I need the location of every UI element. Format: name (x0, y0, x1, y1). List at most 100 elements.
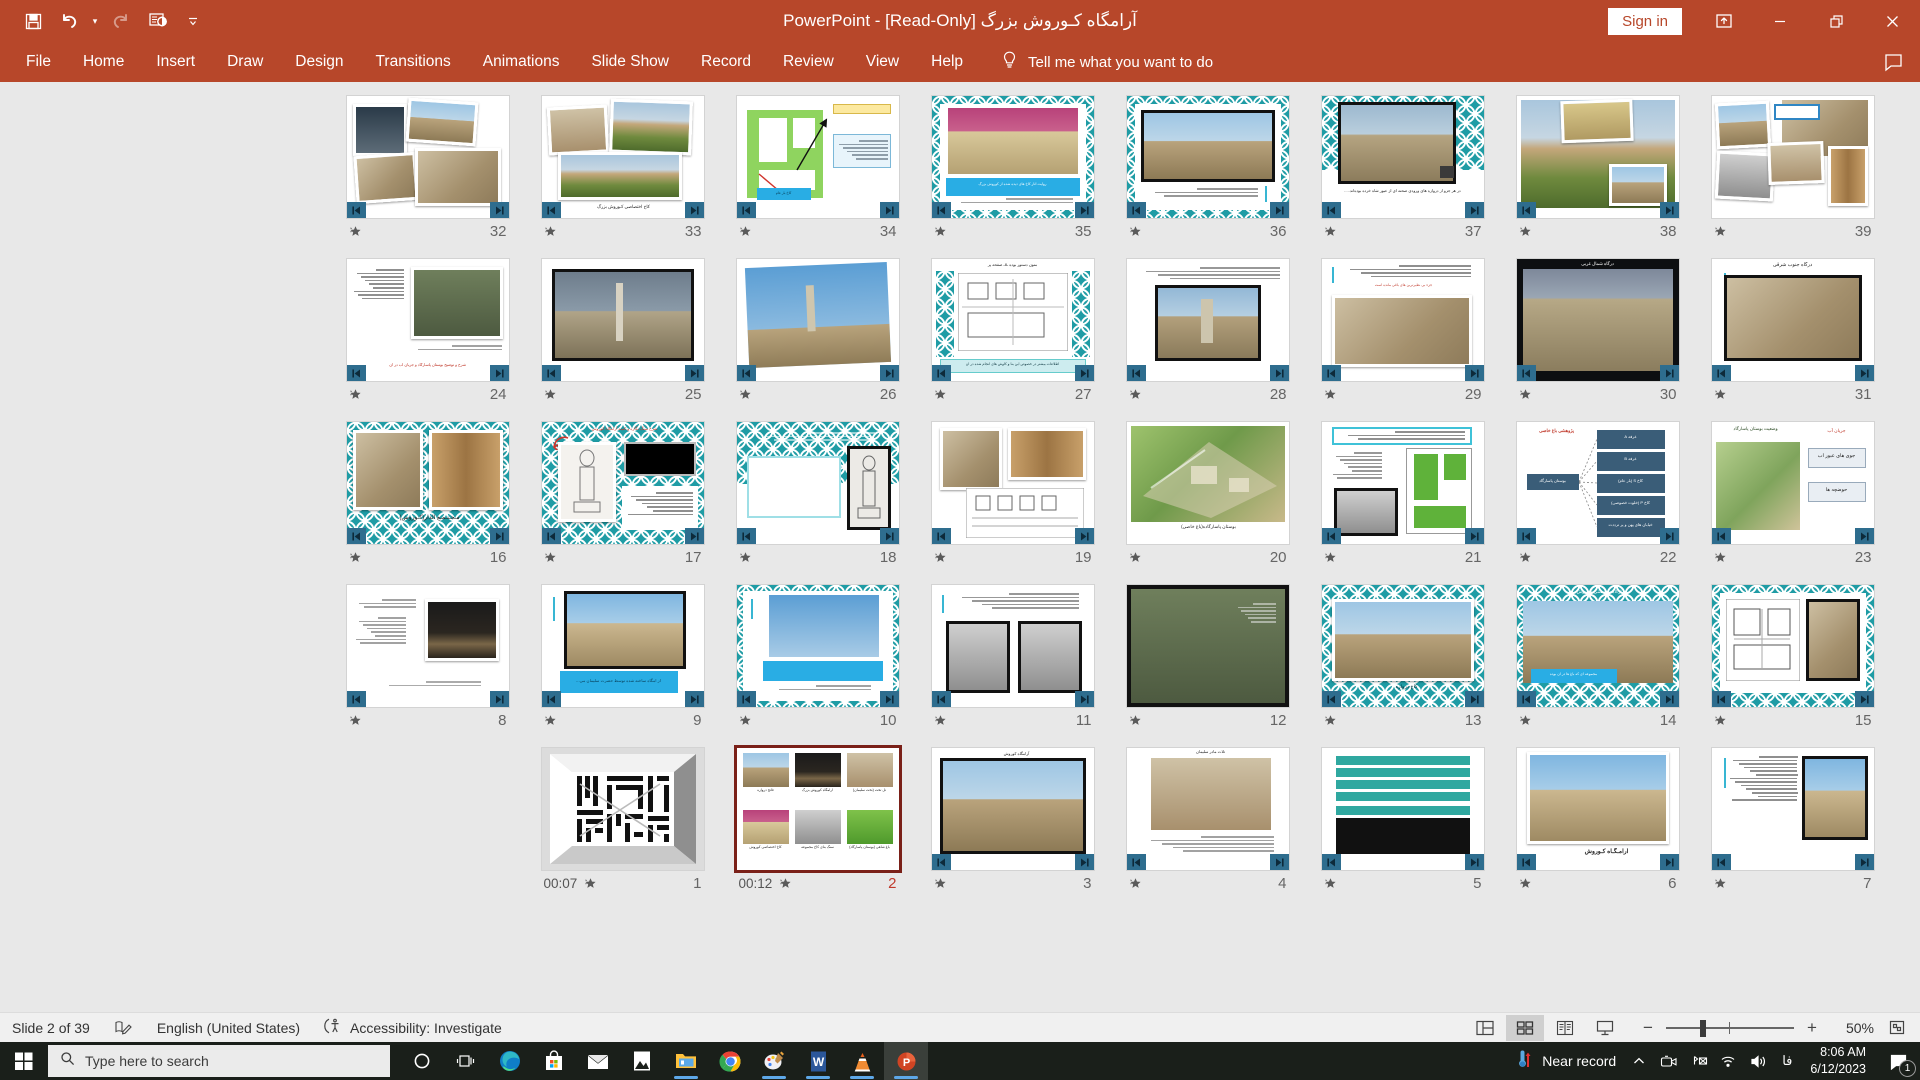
slide-thumbnail-30[interactable]: درگاه شمال غربی 30 (1500, 258, 1695, 409)
slide-nav-prev-icon[interactable] (736, 202, 756, 218)
slide-thumbnail-18[interactable]: 18 (720, 421, 915, 572)
slide-nav-next-icon[interactable] (879, 365, 899, 381)
zoom-out-button[interactable]: − (1638, 1018, 1658, 1038)
slide-nav-prev-icon[interactable] (736, 528, 756, 544)
slide-thumbnail-15[interactable]: 15 (1695, 584, 1890, 735)
animation-star-icon[interactable] (1324, 551, 1337, 564)
slide-thumbnail-frame[interactable] (1710, 584, 1875, 708)
slide-nav-next-icon[interactable] (1464, 202, 1484, 218)
ribbon-tab-home[interactable]: Home (67, 42, 140, 82)
slide-nav-next-icon[interactable] (1659, 202, 1679, 218)
slide-nav-prev-icon[interactable] (1516, 854, 1536, 870)
fit-to-window-button[interactable] (1882, 1015, 1912, 1041)
comments-icon[interactable] (1880, 50, 1906, 74)
slide-nav-next-icon[interactable] (1074, 691, 1094, 707)
slide-thumbnail-21[interactable]: 21 (1305, 421, 1500, 572)
powerpoint-icon[interactable]: P (884, 1042, 928, 1080)
animation-star-icon[interactable] (1519, 551, 1532, 564)
slide-thumbnail-2[interactable]: فاتح دروازه آرامگاه کوروش بزرگ تل تخت (تخت… (720, 745, 915, 898)
animation-star-icon[interactable] (1519, 877, 1532, 890)
slide-show-button[interactable] (1586, 1015, 1624, 1041)
microsoft-store-icon[interactable] (532, 1042, 576, 1080)
slide-nav-prev-icon[interactable] (1321, 528, 1341, 544)
slide-nav-prev-icon[interactable] (1516, 691, 1536, 707)
save-icon[interactable] (16, 5, 50, 37)
slide-thumbnail-28[interactable]: 28 (1110, 258, 1305, 409)
input-language-indicator[interactable]: فا (1774, 1053, 1800, 1069)
animation-star-icon[interactable] (1714, 877, 1727, 890)
slide-thumbnail-35[interactable]: روایت آثار کاخ های دیده شده از کوروش بزر… (915, 95, 1110, 246)
ribbon-tab-insert[interactable]: Insert (140, 42, 211, 82)
slide-thumbnail-13[interactable]: کاخ دروازه 13 (1305, 584, 1500, 735)
slide-thumbnail-frame[interactable] (345, 95, 510, 219)
slide-thumbnail-1[interactable]: 00:07 1 (525, 747, 720, 898)
slide-nav-next-icon[interactable] (1464, 691, 1484, 707)
slide-nav-prev-icon[interactable] (541, 528, 561, 544)
slide-thumbnail-26[interactable]: 26 (720, 258, 915, 409)
mail-icon[interactable] (576, 1042, 620, 1080)
slide-thumbnail-frame[interactable]: درگاه شمال غربی (1515, 258, 1680, 382)
animation-star-icon[interactable] (1519, 714, 1532, 727)
ribbon-tab-slide-show[interactable]: Slide Show (575, 42, 685, 82)
slide-nav-prev-icon[interactable] (541, 202, 561, 218)
slide-thumbnail-17[interactable]: شرح سنگ نگاره و کتیبه آرامگاه کوروش 17 (525, 421, 720, 572)
animation-star-icon[interactable] (1714, 388, 1727, 401)
slide-thumbnail-32[interactable]: 32 (330, 95, 525, 246)
animation-star-icon[interactable] (934, 551, 947, 564)
animation-star-icon[interactable] (934, 714, 947, 727)
slide-thumbnail-34[interactable]: کاخ بار عام 34 (720, 95, 915, 246)
slide-nav-prev-icon[interactable] (1516, 365, 1536, 381)
ribbon-tab-view[interactable]: View (850, 42, 915, 82)
slide-nav-next-icon[interactable] (879, 691, 899, 707)
accessibility-status[interactable]: Accessibility: Investigate (312, 1013, 514, 1043)
slide-nav-prev-icon[interactable] (346, 691, 366, 707)
slide-thumbnail-27[interactable]: متون دستور بوده ـ8ـ صفحه پر اطلاعات بیشت… (915, 258, 1110, 409)
sign-in-button[interactable]: Sign in (1608, 7, 1682, 35)
slide-thumbnail-37[interactable]: در هر جزو از دروازه های ورودی صحنه ای از… (1305, 95, 1500, 246)
slide-nav-prev-icon[interactable] (931, 365, 951, 381)
slide-nav-next-icon[interactable] (1464, 528, 1484, 544)
edge-icon[interactable] (488, 1042, 532, 1080)
animation-star-icon[interactable] (1324, 225, 1337, 238)
ribbon-tab-help[interactable]: Help (915, 42, 979, 82)
animation-star-icon[interactable] (934, 388, 947, 401)
file-explorer-icon[interactable] (664, 1042, 708, 1080)
slide-thumbnail-frame[interactable]: درگاه جنوب شرقی (1710, 258, 1875, 382)
slide-thumbnail-frame[interactable] (735, 258, 900, 382)
animation-star-icon[interactable] (1129, 877, 1142, 890)
slide-thumbnail-frame[interactable] (540, 258, 705, 382)
slide-nav-next-icon[interactable] (684, 528, 704, 544)
slide-thumbnail-9[interactable]: از امگاه ساخته شده توسط حضرت سلیمان می..… (525, 584, 720, 735)
slide-nav-next-icon[interactable] (1269, 365, 1289, 381)
slide-thumbnail-frame[interactable] (735, 584, 900, 708)
slide-thumbnail-frame[interactable] (930, 421, 1095, 545)
slide-nav-next-icon[interactable] (1074, 365, 1094, 381)
animation-star-icon[interactable] (934, 877, 947, 890)
animation-star-icon[interactable] (1129, 551, 1142, 564)
ribbon-tab-review[interactable]: Review (767, 42, 850, 82)
slide-counter[interactable]: Slide 2 of 39 (0, 1013, 102, 1043)
slide-thumbnail-frame[interactable]: فاتح دروازه آرامگاه کوروش بزرگ تل تخت (تخت… (733, 745, 902, 873)
slide-thumbnail-frame[interactable]: کاخ اختصاصی کـوروش بزرگ (540, 95, 705, 219)
slide-thumbnail-frame[interactable]: روایت آثار کاخ های دیده شده از کوروش بزر… (930, 95, 1095, 219)
tell-me-search[interactable]: Tell me what you want to do (1001, 50, 1213, 74)
slide-thumbnail-frame[interactable]: شرح سنگ نگاره و کتیبه آرامگاه کوروش (540, 421, 705, 545)
zoom-slider-handle[interactable] (1700, 1019, 1706, 1037)
slide-thumbnail-frame[interactable] (540, 747, 705, 871)
slide-nav-prev-icon[interactable] (736, 365, 756, 381)
zoom-control[interactable]: − + 50% (1638, 1015, 1912, 1041)
animation-star-icon[interactable] (1129, 225, 1142, 238)
weather-widget[interactable]: Near record (1507, 1049, 1624, 1073)
animation-star-icon[interactable] (544, 551, 557, 564)
slide-thumbnail-frame[interactable]: آرامـگـاه کـوروش (1515, 747, 1680, 871)
animation-star-icon[interactable] (739, 714, 752, 727)
slide-sorter-workspace[interactable]: 39 38 در هر جزو از دروازه های ورودی صحنه… (0, 82, 1920, 1012)
slide-thumbnail-23[interactable]: وضعیت بوستان پاسارگاد جوی های عبور آب حو… (1695, 421, 1890, 572)
zoom-in-button[interactable]: + (1802, 1018, 1822, 1038)
slide-thumbnail-8[interactable]: 8 (330, 584, 525, 735)
slide-thumbnail-36[interactable]: 36 (1110, 95, 1305, 246)
slide-thumbnail-frame[interactable]: از امگاه ساخته شده توسط حضرت سلیمان می..… (540, 584, 705, 708)
ribbon-tab-file[interactable]: File (10, 42, 67, 82)
redo-icon[interactable] (104, 5, 138, 37)
slide-nav-prev-icon[interactable] (346, 528, 366, 544)
